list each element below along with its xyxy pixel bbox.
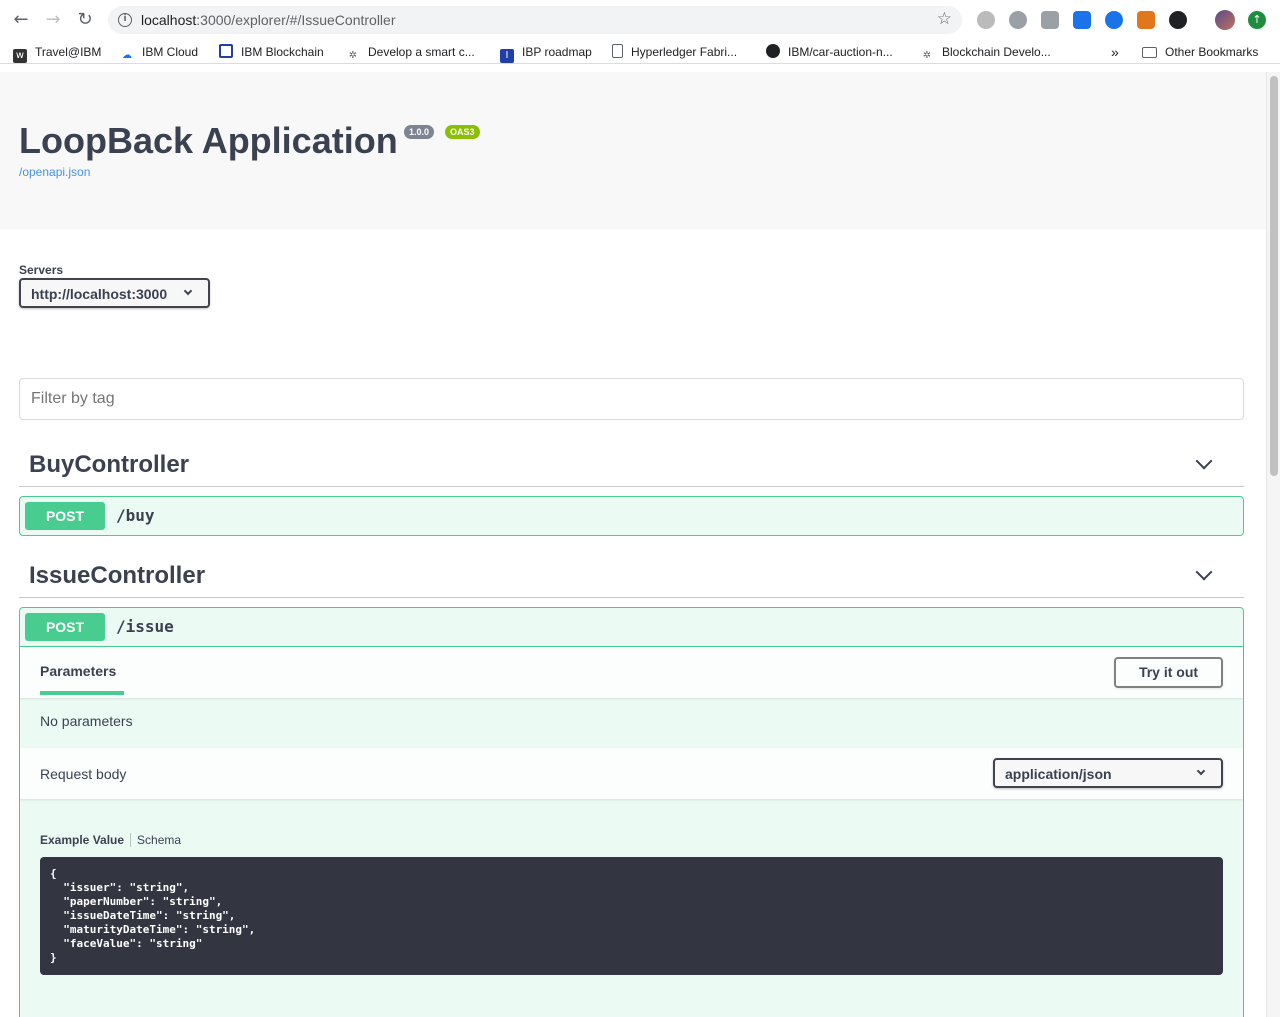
no-parameters-text: No parameters <box>40 713 133 729</box>
opblock-summary[interactable]: POST /buy <box>20 497 1243 535</box>
extension-icon[interactable] <box>1073 11 1091 29</box>
content-type-select[interactable]: application/json <box>993 758 1223 788</box>
bookmark-label: Travel@IBM <box>35 45 102 59</box>
update-icon[interactable]: ↑ <box>1248 11 1266 29</box>
request-body-header: Request body application/json <box>20 748 1243 799</box>
tag-section-issuecontroller[interactable]: IssueController <box>19 554 1244 598</box>
servers-section: Servers http://localhost:3000 <box>0 229 1266 339</box>
bookmark-item[interactable]: Hyperledger Fabri... <box>612 44 737 60</box>
version-badge: 1.0.0 <box>404 125 435 139</box>
parameters-header: Parameters Try it out <box>20 647 1243 698</box>
example-json-code: { "issuer": "string", "paperNumber": "st… <box>40 857 1223 975</box>
bookmark-item[interactable]: w Travel@IBM <box>13 44 102 63</box>
content-type-value: application/json <box>1005 766 1112 782</box>
chevron-down-icon <box>183 286 193 296</box>
request-body-content: Example Value Schema { "issuer": "string"… <box>20 799 1243 1017</box>
other-bookmarks[interactable]: Other Bookmarks <box>1142 44 1258 60</box>
url-host: localhost <box>141 12 197 28</box>
bookmark-label: Hyperledger Fabri... <box>631 45 738 59</box>
bookmark-label: Develop a smart c... <box>368 45 475 59</box>
profile-avatar[interactable] <box>1215 10 1235 30</box>
info-section: LoopBack Application 1.0.0 OAS3 /openapi… <box>0 72 1266 229</box>
reload-icon[interactable]: ↻ <box>75 10 95 30</box>
opblock-body: Parameters Try it out No parameters Requ… <box>20 646 1243 1017</box>
document-icon <box>612 44 623 58</box>
cloud-icon: ☁ <box>122 50 132 61</box>
openapi-spec-link[interactable]: /openapi.json <box>19 165 90 179</box>
tab-schema[interactable]: Schema <box>131 833 181 847</box>
address-bar[interactable]: i localhost:3000/explorer/#/IssueControl… <box>108 6 962 34</box>
extension-icon[interactable] <box>1169 11 1187 29</box>
extension-icon[interactable] <box>1041 11 1059 29</box>
method-badge: POST <box>25 613 105 641</box>
browser-toolbar: ← → ↻ i localhost:3000/explorer/#/IssueC… <box>0 0 1280 40</box>
tab-example-value[interactable]: Example Value <box>40 833 132 847</box>
bookmarks-bar: w Travel@IBM ☁ IBM Cloud IBM Blockchain ✲ D… <box>0 40 1280 64</box>
bookmark-item[interactable]: ☁ IBM Cloud <box>120 44 199 61</box>
bookmark-item[interactable]: ✲ Blockchain Develo... <box>920 44 1051 61</box>
site-info-icon[interactable]: i <box>118 13 132 27</box>
operation-path: /buy <box>116 506 155 525</box>
oas-badge: OAS3 <box>445 125 480 139</box>
github-icon <box>766 44 780 58</box>
operation-path: /issue <box>116 617 174 636</box>
bookmarks-overflow-icon[interactable]: » <box>1111 44 1119 60</box>
w3-icon: w <box>13 49 27 63</box>
tag-section-buycontroller[interactable]: BuyController <box>19 443 1244 487</box>
extension-icon[interactable] <box>1105 11 1123 29</box>
bookmark-item[interactable]: IBM/car-auction-n... <box>766 44 893 60</box>
bookmark-star-icon[interactable]: ☆ <box>937 9 952 29</box>
network-icon: ✲ <box>922 50 932 61</box>
opblock-post-buy[interactable]: POST /buy <box>19 496 1244 536</box>
bookmark-item[interactable]: I IBP roadmap <box>500 44 592 63</box>
forward-icon[interactable]: → <box>43 10 63 30</box>
servers-label: Servers <box>19 263 64 277</box>
swagger-page: LoopBack Application 1.0.0 OAS3 /openapi… <box>0 72 1266 1017</box>
bookmark-item[interactable]: ✲ Develop a smart c... <box>346 44 475 61</box>
network-icon: ✲ <box>348 50 358 61</box>
blockchain-icon <box>219 44 233 58</box>
chevron-down-icon[interactable] <box>1195 563 1213 581</box>
filter-by-tag-input[interactable] <box>19 378 1244 420</box>
bookmark-item[interactable]: IBM Blockchain <box>219 44 324 60</box>
tab-parameters[interactable]: Parameters <box>40 663 116 679</box>
url-text: localhost:3000/explorer/#/IssueControlle… <box>141 12 396 28</box>
tag-title: BuyController <box>29 451 190 478</box>
folder-icon <box>1142 47 1157 58</box>
back-icon[interactable]: ← <box>11 10 31 30</box>
tag-title: IssueController <box>29 562 206 589</box>
try-it-out-button[interactable]: Try it out <box>1114 657 1223 688</box>
page-title: LoopBack Application <box>19 120 398 161</box>
bookmark-label: IBM Cloud <box>142 45 199 59</box>
opblock-summary[interactable]: POST /issue <box>20 608 1243 646</box>
servers-select[interactable]: http://localhost:3000 <box>19 278 210 308</box>
url-path: :3000/explorer/#/IssueController <box>196 12 396 28</box>
metamask-icon[interactable] <box>1137 11 1155 29</box>
scrollbar-thumb[interactable] <box>1270 76 1278 476</box>
extension-icon[interactable] <box>977 11 995 29</box>
other-bookmarks-label: Other Bookmarks <box>1165 45 1259 59</box>
opblock-post-issue[interactable]: POST /issue Parameters Try it out No par… <box>19 607 1244 1017</box>
scrollbar[interactable] <box>1266 72 1280 1017</box>
method-badge: POST <box>25 502 105 530</box>
example-schema-tabs: Example Value Schema <box>40 833 1223 847</box>
bookmark-label: IBM Blockchain <box>241 45 324 59</box>
request-body-label: Request body <box>40 766 127 782</box>
bookmark-label: IBP roadmap <box>522 45 592 59</box>
active-tab-indicator <box>40 691 124 695</box>
chevron-down-icon <box>1196 766 1206 776</box>
extension-icon[interactable] <box>1009 11 1027 29</box>
bookmark-label: Blockchain Develo... <box>942 45 1051 59</box>
roadmap-icon: I <box>500 49 514 63</box>
chevron-down-icon[interactable] <box>1195 452 1213 470</box>
servers-selected-value: http://localhost:3000 <box>31 286 168 302</box>
bookmark-label: IBM/car-auction-n... <box>788 45 893 59</box>
